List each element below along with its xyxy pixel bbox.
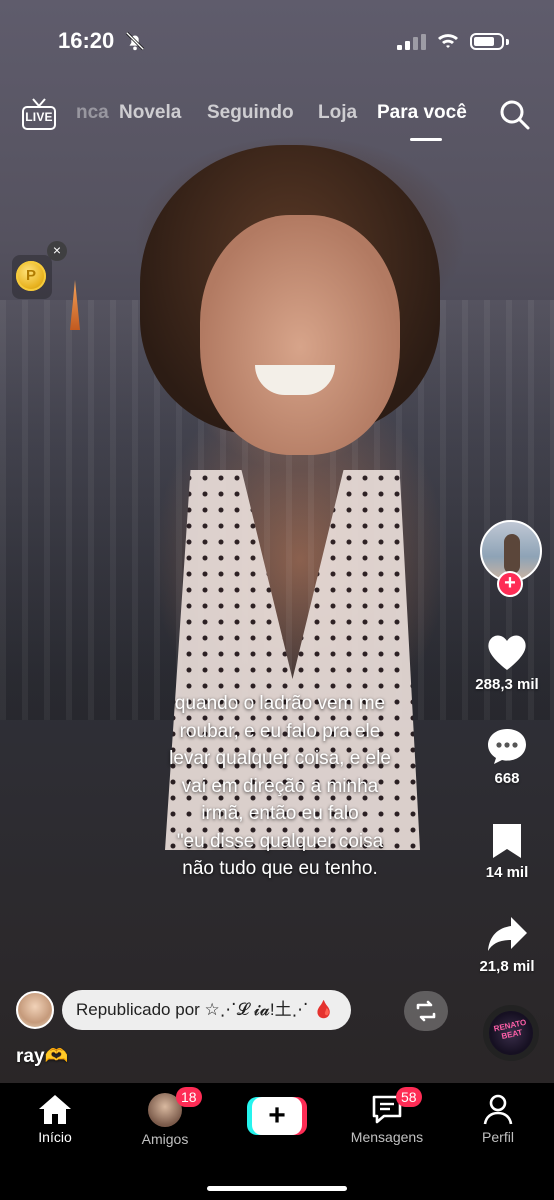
reposter-avatar[interactable] <box>16 991 54 1029</box>
nav-amigos[interactable]: Amigos 18 <box>110 1087 220 1147</box>
close-coin-widget-button[interactable]: × <box>47 241 67 261</box>
tab-para-voce[interactable]: Para você <box>377 102 467 124</box>
friends-badge: 18 <box>176 1087 202 1107</box>
comment-count: 668 <box>494 770 520 787</box>
blood-drop-emoji: 🩸 <box>313 1000 335 1019</box>
repost-button[interactable] <box>404 991 448 1031</box>
caption-line: irmã, então eu falo <box>201 803 359 824</box>
nav-label: Perfil <box>482 1129 514 1145</box>
home-icon <box>39 1095 71 1124</box>
like-count: 288,3 mil <box>475 676 539 693</box>
caption-line: "eu disse qualquer coisa <box>176 830 384 852</box>
active-tab-indicator <box>410 138 442 141</box>
comment-button[interactable]: 668 <box>460 726 554 787</box>
nav-label: Início <box>38 1129 72 1145</box>
nav-mensagens[interactable]: Mensagens 58 <box>332 1087 442 1145</box>
coin-reward-widget[interactable]: P <box>12 255 52 299</box>
search-icon[interactable] <box>499 99 531 131</box>
music-disc[interactable]: RENATO BEAT <box>483 1005 539 1061</box>
caption-line: vai em direção a minha <box>181 775 379 797</box>
tab-nca[interactable]: nca <box>76 102 109 124</box>
repost-arrows-icon <box>416 1000 436 1022</box>
video-caption-overlay: quando o ladrão vem me roubar, e eu falo… <box>130 690 430 883</box>
follow-button[interactable]: + <box>497 571 523 597</box>
caption-line: quando o ladrão vem me <box>174 693 386 714</box>
repost-pill[interactable]: Republicado por ☆⋰𝓛 𝓲𝓪!土⋰ 🩸 <box>62 990 351 1030</box>
nav-perfil[interactable]: Perfil <box>443 1093 553 1145</box>
save-count: 14 mil <box>485 864 529 881</box>
caption-line: roubar, e eu falo pra ele <box>179 720 381 742</box>
caption-line: não tudo que eu tenho. <box>182 858 378 879</box>
messages-badge: 58 <box>396 1087 422 1107</box>
battery-icon <box>470 33 504 50</box>
share-count: 21,8 mil <box>479 958 535 975</box>
save-button[interactable]: 14 mil <box>460 822 554 881</box>
heart-icon <box>488 635 526 670</box>
nav-inicio[interactable]: Início <box>0 1093 110 1145</box>
nav-label: Amigos <box>141 1131 189 1147</box>
comment-bubble-icon <box>488 729 526 764</box>
live-button[interactable]: LIVE <box>22 98 58 132</box>
status-bar: 16:20 <box>0 0 554 80</box>
nav-label: Mensagens <box>350 1129 424 1145</box>
share-button[interactable]: 21,8 mil <box>460 914 554 975</box>
bell-muted-icon <box>125 31 145 51</box>
home-indicator <box>207 1186 347 1191</box>
author-username[interactable]: ray🫶 <box>16 1044 68 1068</box>
live-label: LIVE <box>25 110 53 124</box>
tab-seguindo[interactable]: Seguindo <box>207 102 294 124</box>
wifi-icon <box>438 34 458 48</box>
music-disc-label: RENATO BEAT <box>492 1017 528 1042</box>
profile-icon <box>483 1094 513 1125</box>
create-button[interactable]: + <box>247 1097 307 1135</box>
tab-loja[interactable]: Loja <box>318 102 357 124</box>
bottom-tab-bar: Início Amigos 18 + Mensagens 58 Perfil <box>0 1083 554 1200</box>
repost-prefix: Republicado por <box>76 1000 200 1019</box>
reposter-name: ☆⋰𝓛 𝓲𝓪!土⋰ <box>204 1000 309 1019</box>
bookmark-icon <box>493 824 521 858</box>
caption-line: levar qualquer coisa, e ele <box>169 748 391 769</box>
coin-icon: P <box>16 261 46 291</box>
tab-novela[interactable]: Novela <box>119 102 181 124</box>
battery-cap <box>506 39 509 45</box>
plus-icon: + <box>252 1097 302 1135</box>
share-arrow-icon <box>488 917 527 951</box>
status-time: 16:20 <box>58 28 115 53</box>
like-button[interactable]: 288,3 mil <box>460 632 554 693</box>
person-face <box>200 215 400 455</box>
cellular-signal-icon <box>397 34 426 50</box>
